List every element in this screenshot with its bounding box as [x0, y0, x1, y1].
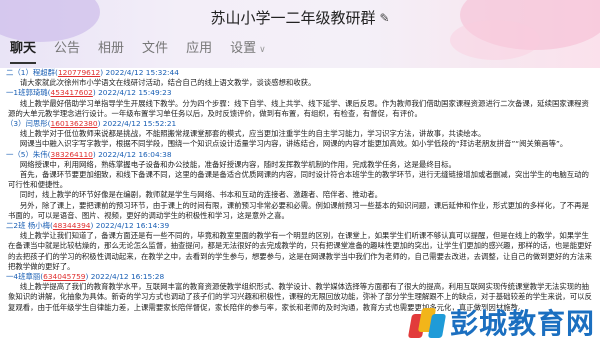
- message-header: 二（1）程超群(120779612) 2022/4/12 15:32:44: [6, 68, 594, 78]
- message-body: 网络授课中，利用网络，熟练掌握电子设备和办公技能，准备好授课内容，随时发挥教学机…: [6, 160, 594, 221]
- watermark-text: 彭城教育网: [450, 307, 596, 340]
- sender-qq-link[interactable]: 634045759: [43, 272, 85, 281]
- tab-settings[interactable]: 设置 ∨: [230, 36, 266, 62]
- message-body: 请大家就此次徐州市小学语文在线研讨活动，结合自己的线上语文教学，谈谈感想和收获。: [6, 78, 594, 88]
- chat-message: （3）闫思彤(1601362380) 2022/4/12 15:52:21 线上…: [0, 119, 600, 150]
- message-time: ) 2022/4/12 16:04:38: [92, 149, 172, 159]
- chevron-down-icon: ∨: [259, 45, 266, 55]
- message-body: 线上教学让我们知道了，备课方面还是有一些不同的，毕竟和教室里面的教学有一个明显的…: [6, 231, 594, 272]
- message-time: ) 2022/4/12 15:52:21: [97, 119, 177, 129]
- message-paragraph: 网络授课中，利用网络，熟练掌握电子设备和办公技能，准备好授课内容，随时发挥教学机…: [19, 159, 456, 169]
- window-header: 苏山小学一二年级教研群 ✎ 聊天 公告 相册 文件 应用 设置 ∨: [0, 0, 600, 68]
- tab-apps[interactable]: 应用: [186, 36, 212, 62]
- group-title-row: 苏山小学一二年级教研群 ✎: [0, 7, 600, 28]
- sender-qq-link[interactable]: 48344394: [53, 221, 91, 230]
- chat-message: 一（5）朱伟(383264110) 2022/4/12 16:04:38 网络授…: [0, 150, 600, 221]
- group-title: 苏山小学一二年级教研群: [210, 9, 376, 27]
- message-paragraph: 线上教学对于低位教师来说都是挑战，不能照搬常规课堂那套的模式，应当更加注重学生的…: [19, 129, 486, 139]
- sender-name: 一4班章丽(: [6, 272, 44, 282]
- site-watermark: 彭城教育网: [407, 301, 598, 343]
- message-paragraph: 首先，备课环节要更加细致，和线下备课不同，这里的备课是备适合优质网课的内容，同时…: [8, 170, 589, 190]
- sender-name: 一1班郭琦璐(: [6, 88, 51, 98]
- message-body: 线上教学对于低位教师来说都是挑战，不能照搬常规课堂那套的模式，应当更加注重学生的…: [6, 129, 594, 149]
- tab-bar: 聊天 公告 相册 文件 应用 设置 ∨: [0, 36, 266, 64]
- message-paragraph: 线上教学让我们知道了，备课方面还是有一些不同的，毕竟和教室里面的教学有一个明显的…: [8, 231, 592, 271]
- message-body: 线上教学最好借助学习单指导学生开展线下教学。分为四个步骤：线下自学、线上共学、线…: [6, 99, 594, 119]
- message-paragraph: 请大家就此次徐州市小学语文在线研讨活动，结合自己的线上语文教学，谈谈感想和收获。: [19, 78, 316, 88]
- chat-message: 二2班 杨小梅(48344394) 2022/4/12 16:14:39 线上教…: [0, 221, 600, 272]
- message-header: 二2班 杨小梅(48344394) 2022/4/12 16:14:39: [6, 221, 594, 231]
- message-header: 一（5）朱伟(383264110) 2022/4/12 16:04:38: [6, 150, 594, 160]
- message-paragraph: 线上教学最好借助学习单指导学生开展线下教学。分为四个步骤：线下自学、线上共学、线…: [8, 98, 589, 118]
- sender-qq-link[interactable]: 1601362380: [51, 119, 98, 128]
- watermark-logo-icon: [407, 304, 447, 340]
- tab-settings-label: 设置: [230, 41, 257, 56]
- tab-chat[interactable]: 聊天: [10, 36, 37, 64]
- tab-files[interactable]: 文件: [142, 36, 168, 62]
- tab-announcement[interactable]: 公告: [54, 36, 80, 62]
- sender-name: 一（5）朱伟(: [6, 149, 51, 159]
- sender-qq-link[interactable]: 453417602: [51, 88, 93, 97]
- message-header: 一1班郭琦璐(453417602) 2022/4/12 15:49:23: [6, 88, 594, 98]
- sender-qq-link[interactable]: 383264110: [51, 150, 93, 159]
- sender-qq-link[interactable]: 120779612: [58, 68, 100, 77]
- message-paragraph: 另外，除了课上，要把课前的预习环节，由于课上的时间有限，课前预习非常必要和必需。…: [8, 200, 589, 220]
- chat-message: 一1班郭琦璐(453417602) 2022/4/12 15:49:23 线上教…: [0, 88, 600, 119]
- message-time: ) 2022/4/12 16:14:39: [90, 221, 170, 231]
- sender-name: 二2班 杨小梅(: [6, 221, 53, 231]
- message-header: 一4班章丽(634045759) 2022/4/12 16:15:28: [6, 272, 594, 282]
- message-header: （3）闫思彤(1601362380) 2022/4/12 15:52:21: [6, 119, 594, 129]
- message-time: ) 2022/4/12 15:49:23: [92, 88, 172, 98]
- message-paragraph: 网课当中融入识字写字教学，根据不同学段，围绕一个知识点设计适量学习内容，讲练结合…: [19, 139, 568, 149]
- message-time: ) 2022/4/12 16:15:28: [85, 272, 165, 282]
- sender-name: （3）闫思彤(: [6, 119, 51, 129]
- tab-album[interactable]: 相册: [98, 36, 124, 62]
- chat-message: 二（1）程超群(120779612) 2022/4/12 15:32:44 请大…: [0, 68, 600, 88]
- sender-name: 二（1）程超群(: [6, 68, 58, 77]
- edit-pencil-icon[interactable]: ✎: [379, 11, 389, 25]
- message-paragraph: 同时，线上教学的环节好像是在编剧，教师就是学生与网络、书本和互动的连接者、激趣者…: [19, 190, 382, 200]
- message-time: ) 2022/4/12 15:32:44: [100, 68, 179, 77]
